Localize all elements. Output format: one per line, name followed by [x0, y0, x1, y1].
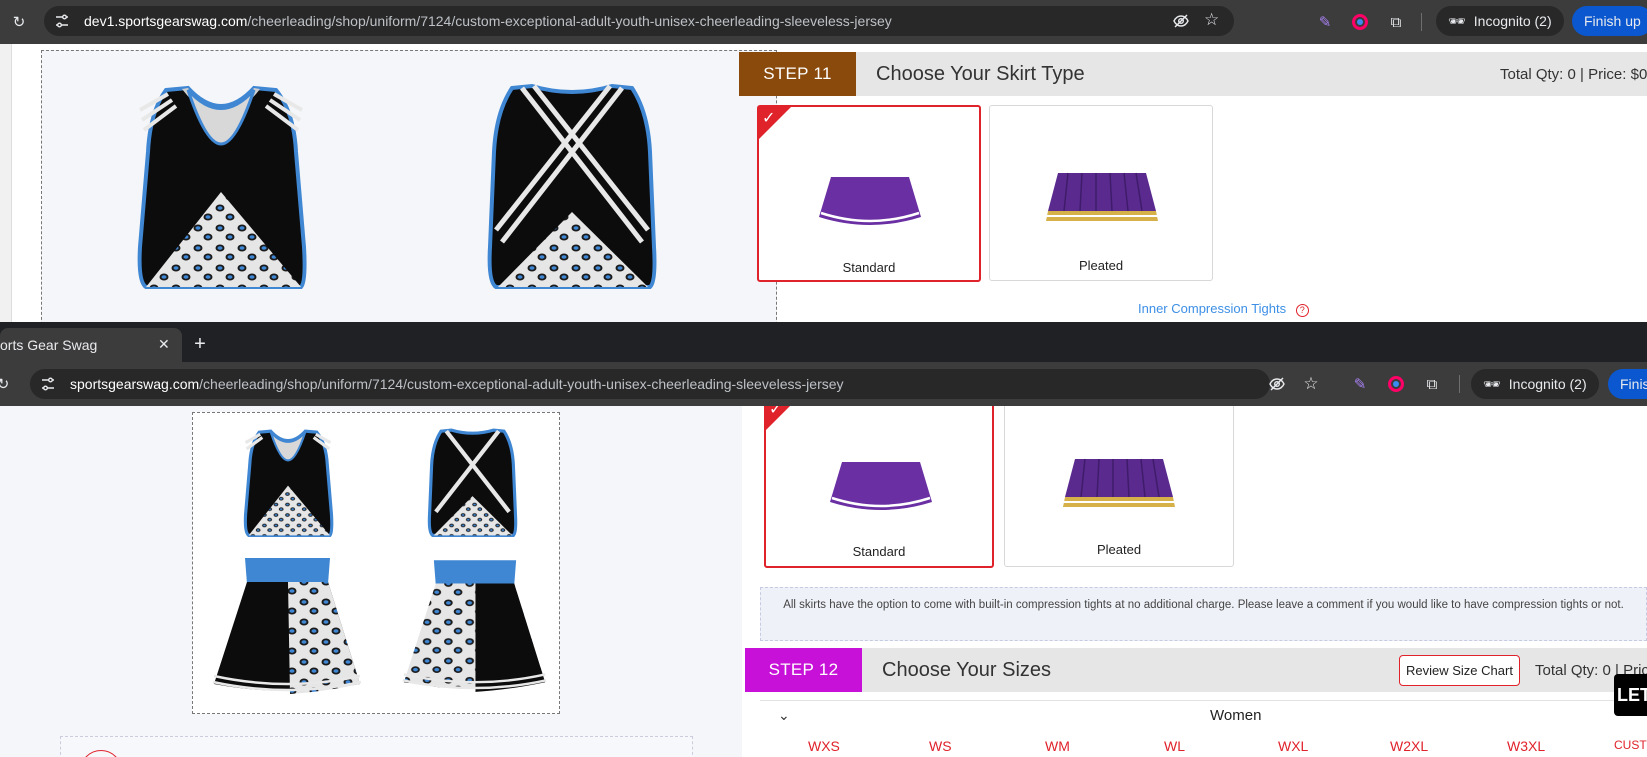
extension-feather-icon[interactable]: ✎	[1314, 11, 1336, 33]
bottom-bookmark-star-icon[interactable]: ☆	[1300, 373, 1322, 395]
bottom-tracking-protection-icon[interactable]	[1268, 375, 1286, 396]
bottom-info-box	[60, 736, 693, 757]
standard-skirt-icon	[819, 177, 921, 229]
size-label-ws: WS	[929, 738, 952, 754]
bottom-pleated-label: Pleated	[1096, 542, 1142, 557]
reload-icon[interactable]: ↻	[8, 11, 30, 33]
skirt-option-standard[interactable]: ✓ Standard	[757, 105, 981, 282]
step12-tab: STEP 12	[745, 648, 862, 692]
size-label-wm: WM	[1045, 738, 1070, 754]
help-icon[interactable]: ?	[1295, 304, 1309, 317]
bottom-tab-strip: orts Gear Swag ✕ +	[0, 322, 1647, 362]
bottom-extensions-puzzle-icon[interactable]: ⧉	[1421, 373, 1443, 395]
bottom-address-bar[interactable]: sportsgearswag.com/cheerleading/shop/uni…	[30, 369, 1285, 399]
women-group-label: Women	[1210, 707, 1262, 724]
pleated-label: Pleated	[1078, 258, 1124, 273]
bottom-site-settings-icon[interactable]	[40, 376, 56, 392]
check-icon: ✓	[762, 110, 776, 127]
skirt-option-pleated[interactable]: Pleated	[989, 105, 1213, 281]
left-panel-edge	[0, 44, 12, 322]
bottom-pleated-skirt-icon	[1063, 458, 1175, 507]
bottom-skirt-option-standard[interactable]: ✓ Standard	[764, 406, 994, 568]
jersey-back-image	[487, 83, 657, 289]
bottom-incognito-icon: 🕶	[1483, 375, 1501, 392]
skirt-back-image	[402, 560, 547, 692]
size-label-w3xl: W3XL	[1507, 738, 1546, 754]
size-label-wxs: WXS	[808, 738, 840, 754]
review-size-chart-button[interactable]: Review Size Chart	[1399, 655, 1520, 686]
bottom-finish-button[interactable]: Finis	[1608, 369, 1647, 399]
chevron-down-icon[interactable]: ⌄	[778, 707, 790, 724]
compression-tights-note: All skirts have the option to come with …	[760, 587, 1647, 641]
step12-title: Choose Your Sizes	[882, 658, 1052, 681]
top-incognito-indicator[interactable]: 🕶 Incognito (2)	[1436, 6, 1564, 36]
skirt-front-image	[212, 558, 362, 694]
step11-total: Total Qty: 0 | Price: $0	[1500, 65, 1647, 83]
bottom-skirt-option-pleated[interactable]: Pleated	[1004, 406, 1234, 567]
close-tab-icon[interactable]: ✕	[158, 336, 170, 353]
chat-badge[interactable]: LET	[1614, 674, 1647, 716]
small-jersey-back-image	[427, 428, 518, 537]
size-label-custo: CUSTO	[1614, 738, 1647, 752]
top-finish-button[interactable]: Finish up	[1572, 6, 1647, 36]
pleated-skirt-icon	[1046, 172, 1158, 221]
step12-header: STEP 12 Choose Your Sizes Review Size Ch…	[745, 648, 1647, 692]
standard-label: Standard	[842, 260, 896, 275]
bottom-standard-skirt-icon	[830, 462, 932, 514]
top-url-text: dev1.sportsgearswag.com/cheerleading/sho…	[84, 13, 892, 29]
inner-tights-link[interactable]: Inner Compression Tights ?	[1138, 301, 1309, 317]
top-page-content: STEP 11 Choose Your Skirt Type Total Qty…	[0, 44, 1647, 322]
jersey-front-image	[137, 85, 307, 289]
incognito-icon: 🕶	[1448, 12, 1466, 29]
size-label-w2xl: W2XL	[1390, 738, 1429, 754]
bottom-extension-color-icon[interactable]	[1385, 373, 1407, 395]
top-address-bar[interactable]: dev1.sportsgearswag.com/cheerleading/sho…	[44, 6, 1234, 36]
top-browser-toolbar: ↻ dev1.sportsgearswag.com/cheerleading/s…	[0, 0, 1647, 44]
extension-color-icon[interactable]	[1349, 11, 1371, 33]
bookmark-star-icon[interactable]: ☆	[1204, 10, 1219, 30]
bottom-page-content: ✓ Standard Pleated All skirts have the o…	[0, 406, 1647, 757]
site-settings-icon[interactable]	[54, 13, 70, 29]
women-size-group[interactable]: ⌄ Women	[760, 700, 1647, 730]
tracking-protection-icon[interactable]	[1172, 12, 1190, 34]
bottom-reload-icon[interactable]: ↻	[0, 373, 14, 395]
step11-title: Choose Your Skirt Type	[876, 62, 1085, 85]
bottom-url-text: sportsgearswag.com/cheerleading/shop/uni…	[70, 376, 844, 392]
bottom-check-icon: ✓	[769, 406, 783, 418]
bottom-incognito-indicator[interactable]: 🕶 Incognito (2)	[1471, 369, 1599, 399]
extensions-puzzle-icon[interactable]: ⧉	[1385, 11, 1407, 33]
bottom-standard-label: Standard	[852, 544, 906, 559]
bottom-extension-feather-icon[interactable]: ✎	[1349, 373, 1371, 395]
small-jersey-front-image	[243, 429, 334, 537]
size-label-wl: WL	[1164, 738, 1185, 754]
size-label-wxl: WXL	[1278, 738, 1309, 754]
toolbar-separator	[1421, 13, 1422, 31]
bottom-active-tab[interactable]: orts Gear Swag ✕	[0, 328, 182, 362]
bottom-toolbar-separator	[1459, 375, 1460, 393]
new-tab-icon[interactable]: +	[189, 333, 211, 355]
step11-tab: STEP 11	[739, 52, 856, 96]
step11-header: STEP 11 Choose Your Skirt Type Total Qty…	[739, 52, 1647, 96]
bottom-browser-toolbar: ↻ sportsgearswag.com/cheerleading/shop/u…	[0, 362, 1647, 406]
